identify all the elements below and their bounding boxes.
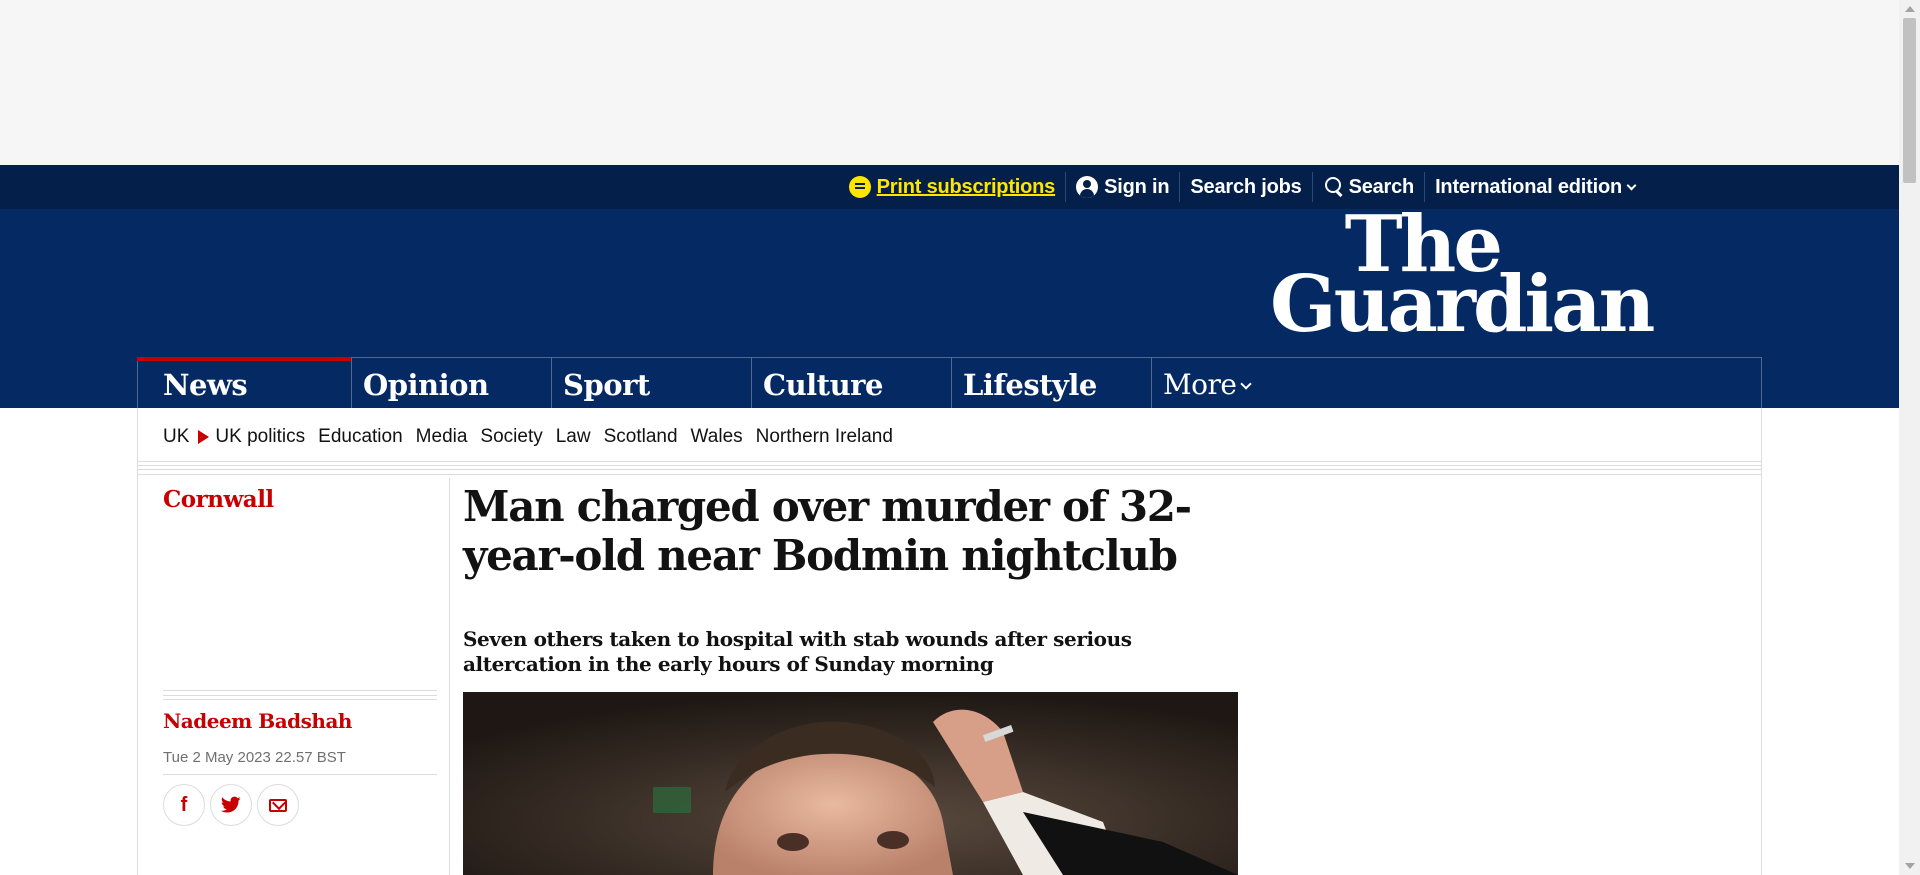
search-icon xyxy=(1323,176,1345,198)
user-icon xyxy=(1076,176,1099,198)
logo-line-2: Guardian xyxy=(1270,259,1655,350)
pillar-opinion[interactable]: Opinion xyxy=(352,358,552,408)
article-standfirst: Seven others taken to hospital with stab… xyxy=(463,627,1132,676)
twitter-icon xyxy=(221,796,241,813)
scrollbar-thumb[interactable] xyxy=(1903,18,1916,183)
sign-in-label: Sign in xyxy=(1104,175,1170,198)
subnav-item-law[interactable]: Law xyxy=(556,426,591,448)
edition-dropdown[interactable]: International edition xyxy=(1424,172,1645,202)
subnav-item-northern-ireland[interactable]: Northern Ireland xyxy=(756,426,893,448)
subnav-parent-uk[interactable]: UK xyxy=(163,426,189,448)
subnav-item-wales[interactable]: Wales xyxy=(691,426,743,448)
chevron-down-icon xyxy=(1626,180,1637,190)
subnav-item-education[interactable]: Education xyxy=(318,426,403,448)
sub-navigation: UK UK politics Education Media Society L… xyxy=(163,423,906,451)
pillar-news[interactable]: News xyxy=(137,357,352,408)
sign-in-link[interactable]: Sign in xyxy=(1065,172,1179,202)
email-icon xyxy=(269,798,287,812)
more-label: More xyxy=(1163,368,1237,401)
masthead: The Guardian News Opinion Sport Culture … xyxy=(0,206,1899,408)
section-kicker[interactable]: Cornwall xyxy=(163,486,274,513)
print-subscriptions-link[interactable]: Print subscriptions xyxy=(839,172,1065,202)
share-twitter-button[interactable] xyxy=(210,784,252,826)
search-jobs-link[interactable]: Search jobs xyxy=(1179,172,1311,202)
subnav-item-scotland[interactable]: Scotland xyxy=(604,426,678,448)
share-buttons: f xyxy=(163,784,299,826)
more-menu-button[interactable]: More xyxy=(1152,358,1253,408)
subnav-item-society[interactable]: Society xyxy=(480,426,542,448)
divider-rules xyxy=(137,461,1762,475)
facebook-icon: f xyxy=(180,793,188,816)
top-utility-bar: Print subscriptions Sign in Search jobs … xyxy=(0,165,1899,209)
share-facebook-button[interactable]: f xyxy=(163,784,205,826)
publish-date: Tue 2 May 2023 22.57 BST xyxy=(163,749,346,766)
page-scrollbar[interactable] xyxy=(1899,0,1920,875)
pillar-lifestyle[interactable]: Lifestyle xyxy=(952,358,1152,408)
subnav-item-uk-politics[interactable]: UK politics xyxy=(215,426,305,448)
print-subscriptions-label: Print subscriptions xyxy=(876,175,1056,198)
scroll-down-icon[interactable] xyxy=(1905,863,1915,869)
hero-photo xyxy=(463,692,1238,875)
meta-separator xyxy=(163,774,437,775)
hero-image[interactable] xyxy=(463,692,1238,875)
share-email-button[interactable] xyxy=(257,784,299,826)
meta-divider xyxy=(163,690,437,702)
scroll-up-icon[interactable] xyxy=(1905,6,1915,12)
search-jobs-label: Search jobs xyxy=(1190,175,1302,198)
guardian-logo[interactable]: The Guardian xyxy=(1270,206,1655,350)
pillar-sport[interactable]: Sport xyxy=(552,358,752,408)
subnav-item-media[interactable]: Media xyxy=(416,426,468,448)
article-headline: Man charged over murder of 32-year-old n… xyxy=(463,482,1192,580)
search-label: Search xyxy=(1348,175,1415,198)
pillar-culture[interactable]: Culture xyxy=(752,358,952,408)
column-divider xyxy=(449,478,450,875)
pillar-nav: News Opinion Sport Culture Lifestyle Mor… xyxy=(137,357,1762,408)
chevron-down-icon xyxy=(1240,377,1253,390)
utility-links: Print subscriptions Sign in Search jobs … xyxy=(839,165,1645,209)
search-link[interactable]: Search xyxy=(1311,172,1425,202)
edition-label: International edition xyxy=(1435,175,1622,198)
print-icon xyxy=(848,176,871,198)
author-byline[interactable]: Nadeem Badshah xyxy=(163,709,352,733)
ad-slot xyxy=(0,0,1899,165)
arrow-right-icon xyxy=(198,430,210,444)
